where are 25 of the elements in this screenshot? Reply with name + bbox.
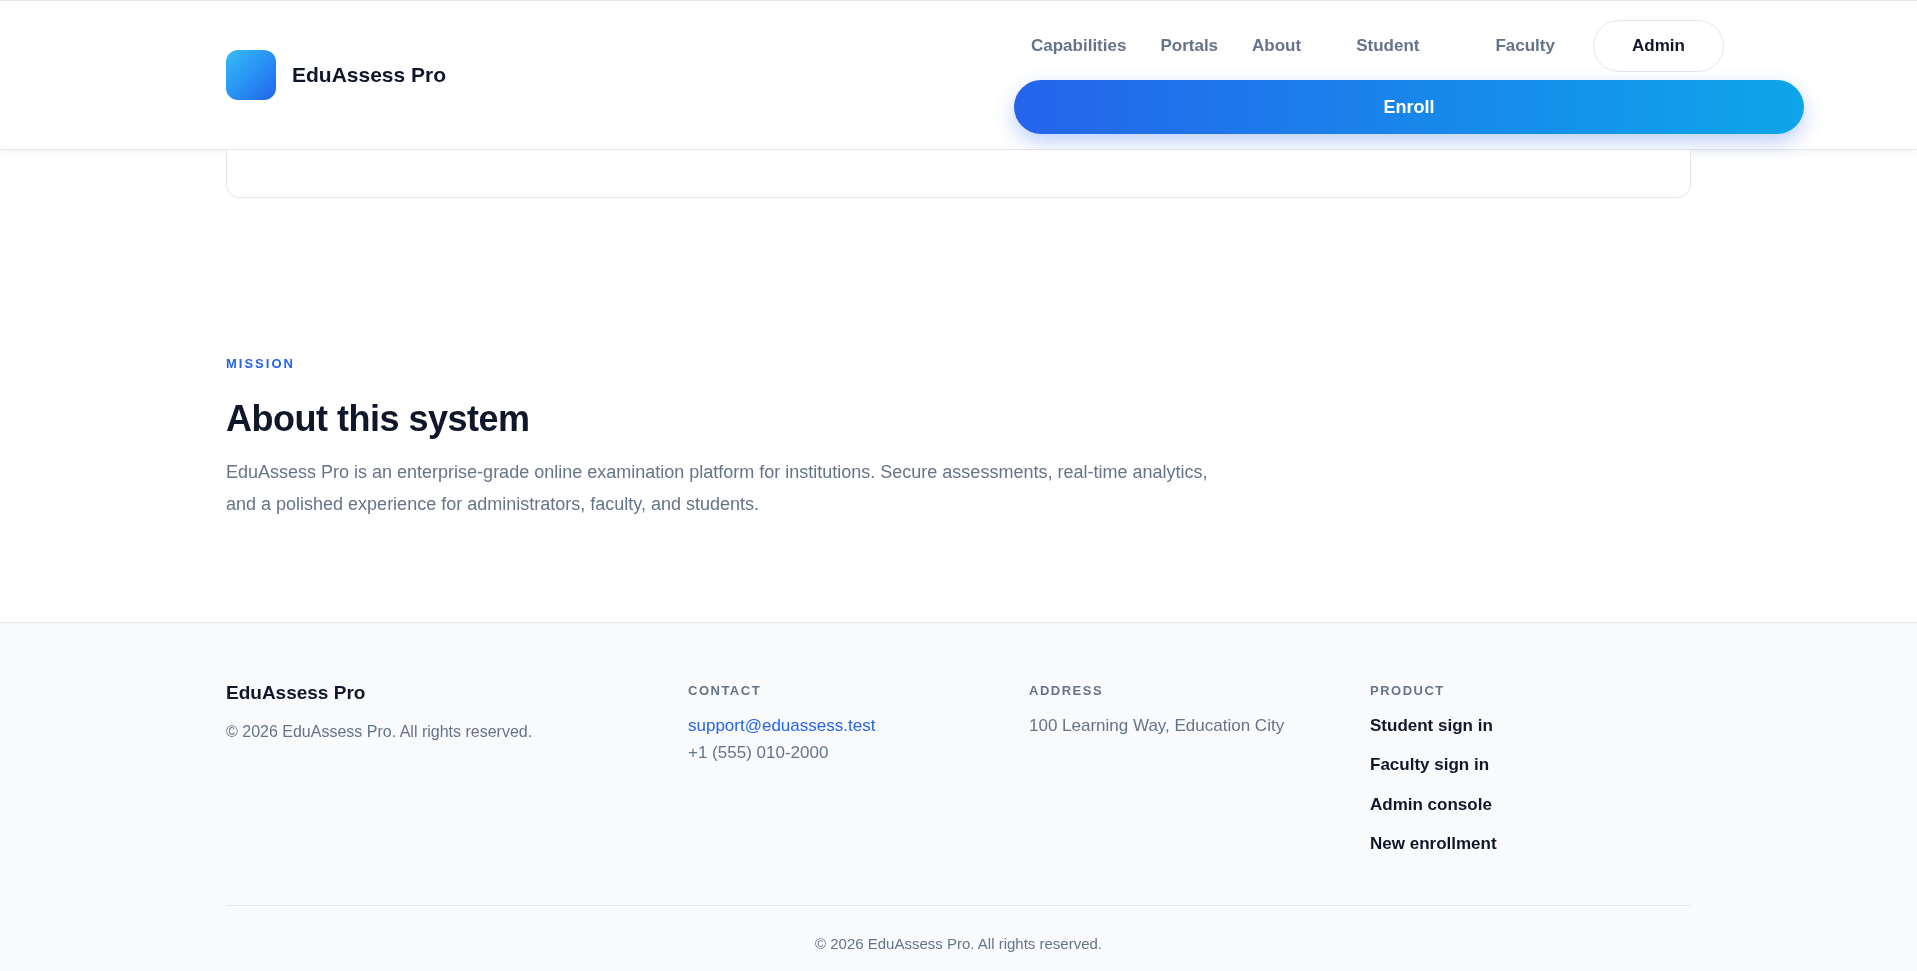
product-link[interactable]: Admin console [1370, 791, 1497, 817]
enroll-button[interactable]: Enroll [1014, 80, 1804, 134]
column-heading: PRODUCT [1370, 682, 1446, 700]
nav-link[interactable]: Student [1318, 20, 1458, 72]
column-heading: CONTACT [688, 682, 763, 700]
logo-icon [226, 50, 276, 100]
nav-link[interactable]: Admin [1592, 20, 1724, 72]
product-link[interactable]: Faculty sign in [1370, 752, 1497, 778]
section-description: EduAssess Pro is an enterprise-grade online examination platform for institutions. Secure assessments, real-time analytics, and a polished experience for administrators, faculty, and students. [226, 460, 1209, 516]
nav-link[interactable]: Faculty [1457, 20, 1593, 72]
product-link[interactable]: Student sign in [1370, 712, 1497, 738]
brand-name[interactable]: EduAssess Pro [292, 59, 447, 91]
footer-brand: EduAssess Pro [226, 681, 367, 705]
product-link[interactable]: New enrollment [1370, 831, 1497, 857]
nav-link[interactable]: Portals [1143, 20, 1236, 72]
footer-bottom-text: © 2026 EduAssess Pro. All rights reserved. [815, 934, 1102, 952]
section-eyebrow: MISSION [226, 355, 296, 373]
address-text: 100 Learning Way, Education City [1029, 714, 1286, 737]
section-title: About this system [226, 396, 531, 441]
nav-link[interactable]: Capabilities [1014, 20, 1144, 72]
phone-number: +1 (555) 010-2000 [688, 742, 830, 764]
email-link[interactable]: support@eduassess.test [688, 712, 1029, 738]
footer-copyright: © 2026 EduAssess Pro. All rights reserved. [226, 721, 534, 742]
nav-link[interactable]: About [1235, 20, 1319, 72]
column-heading: ADDRESS [1029, 682, 1105, 700]
